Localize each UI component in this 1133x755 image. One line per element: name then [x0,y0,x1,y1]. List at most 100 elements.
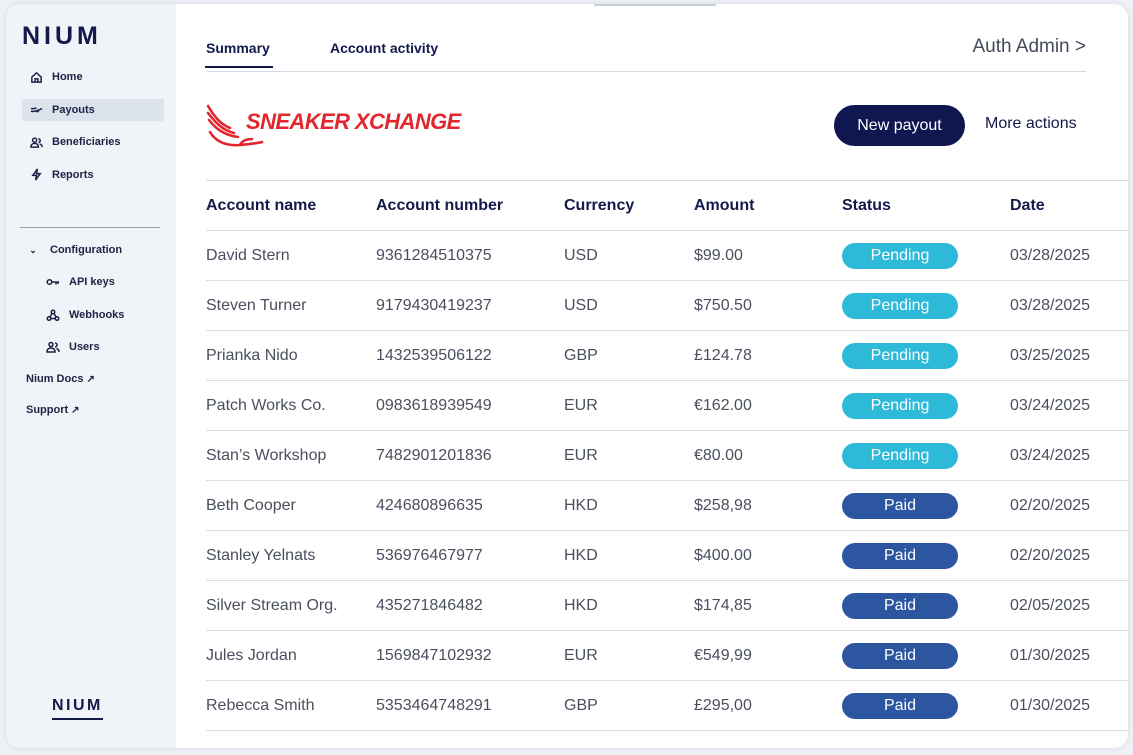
currency: HKD [564,546,598,564]
account-number: 9361284510375 [376,246,492,264]
account-name: Beth Cooper [206,496,296,514]
account-number: 435271846482 [376,596,483,614]
status-badge: Paid [842,592,958,619]
table-row[interactable]: Jules Jordan 1569847102932 EUR €549,99 P… [206,631,1128,681]
sidebar-item-label: Home [52,71,83,83]
table-row[interactable]: Patch Works Co. 0983618939549 EUR €162.0… [206,381,1128,431]
configuration-label: Configuration [50,244,123,256]
currency: USD [564,246,598,264]
column-header[interactable]: Status [842,197,1010,215]
user-menu[interactable]: Auth Admin > [972,36,1086,58]
support-link[interactable]: Support ↗ [26,404,80,416]
table-row[interactable]: Stanley Yelnats 536976467977 HKD $400.00… [206,531,1128,581]
amount: €80.00 [694,446,743,464]
users-icon [46,340,62,354]
amount: $258,98 [694,496,752,514]
date: 02/20/2025 [1010,546,1091,564]
account-name: Silver Stream Org. [206,596,338,614]
account-number: 536976467977 [376,546,483,564]
date: 03/28/2025 [1010,246,1091,264]
top-notch [594,4,716,6]
account-name: Patch Works Co. [206,396,326,414]
sidebar-nav: Home Payouts Beneficiaries Reports [22,66,164,196]
tab-summary[interactable]: Summary [205,40,273,68]
date: 02/20/2025 [1010,496,1091,514]
support-label: Support [26,404,69,416]
table-row[interactable]: Silver Stream Org. 435271846482 HKD $174… [206,581,1128,631]
users-icon [28,134,44,150]
account-name: Jules Jordan [206,646,297,664]
status-badge: Pending [842,292,958,319]
configuration-section: ⌄ Configuration API keys Webhooks Users [26,240,166,370]
nium-docs-label: Nium Docs [26,373,84,385]
account-number: 424680896635 [376,496,483,514]
account-name: Stan’s Workshop [206,446,327,464]
column-header[interactable]: Amount [694,197,842,215]
table-row[interactable]: Prianka Nido 1432539506122 GBP £124.78 P… [206,331,1128,381]
home-icon [28,69,44,85]
sidebar-item-webhooks[interactable]: Webhooks [26,305,166,325]
account-name: David Stern [206,246,290,264]
new-payout-button[interactable]: New payout [834,105,965,146]
account-name: Steven Turner [206,296,307,314]
currency: USD [564,296,598,314]
nium-docs-link[interactable]: Nium Docs ↗ [26,373,95,385]
external-link-icon: ↗ [86,374,95,385]
tab-account-activity[interactable]: Account activity [330,40,438,56]
table-row[interactable]: Rebecca Smith 5353464748291 GBP £295,00 … [206,681,1128,731]
account-number: 5353464748291 [376,696,492,714]
key-icon [46,275,62,289]
sidebar-item-users[interactable]: Users [26,337,166,357]
amount: €162.00 [694,396,752,414]
status-badge: Paid [842,642,958,669]
footer-brand-logo: NIUM [52,697,103,720]
chevron-down-icon: ⌄ [29,244,37,255]
sidebar-item-beneficiaries[interactable]: Beneficiaries [22,131,164,153]
account-name: Prianka Nido [206,346,298,364]
date: 03/24/2025 [1010,396,1091,414]
sidebar-item-payouts[interactable]: Payouts [22,98,164,121]
date: 02/05/2025 [1010,596,1091,614]
tab-bar: Summary Account activity Auth Admin > [205,32,1086,72]
sidebar-divider [20,227,160,228]
brand-logo[interactable]: NIUM [22,22,102,51]
amount: $174,85 [694,596,752,614]
column-header[interactable]: Account number [376,197,564,215]
sidebar-item-label: API keys [69,276,115,288]
account-number: 7482901201836 [376,446,492,464]
sidebar-item-home[interactable]: Home [22,66,164,88]
app-window: NIUM Home Payouts Beneficiaries Reports … [6,4,1128,748]
table-row[interactable]: Beth Cooper 424680896635 HKD $258,98 Pai… [206,481,1128,531]
sidebar-item-reports[interactable]: Reports [22,164,164,186]
column-header[interactable]: Date [1010,197,1128,215]
table-row[interactable]: Steven Turner 9179430419237 USD $750.50 … [206,281,1128,331]
merchant-logo: SNEAKER XCHANGE [206,102,461,150]
amount: $750.50 [694,296,752,314]
table-row[interactable]: Stan’s Workshop 7482901201836 EUR €80.00… [206,431,1128,481]
date: 01/30/2025 [1010,696,1091,714]
sidebar-item-label: Webhooks [69,308,125,321]
account-number: 1569847102932 [376,646,492,664]
account-number: 1432539506122 [376,346,492,364]
sidebar: NIUM Home Payouts Beneficiaries Reports … [6,4,176,748]
more-actions-button[interactable]: More actions [985,115,1077,133]
date: 01/30/2025 [1010,646,1091,664]
table-row[interactable]: David Stern 9361284510375 USD $99.00 Pen… [206,231,1128,281]
amount: $400.00 [694,546,752,564]
currency: HKD [564,596,598,614]
sidebar-item-label: Reports [52,168,94,181]
date: 03/24/2025 [1010,446,1091,464]
sidebar-item-label: Beneficiaries [52,136,121,148]
status-badge: Pending [842,442,958,469]
merchant-name: SNEAKER XCHANGE [246,109,461,134]
column-header[interactable]: Currency [564,197,694,215]
payouts-table: Account name Account number Currency Amo… [206,180,1128,731]
table-header: Account name Account number Currency Amo… [206,181,1128,231]
currency: GBP [564,696,598,714]
column-header[interactable]: Account name [206,197,376,215]
status-badge: Pending [842,392,958,419]
payout-icon [28,102,44,118]
account-name: Rebecca Smith [206,696,315,714]
configuration-toggle[interactable]: ⌄ Configuration [26,240,166,260]
sidebar-item-api-keys[interactable]: API keys [26,272,166,292]
